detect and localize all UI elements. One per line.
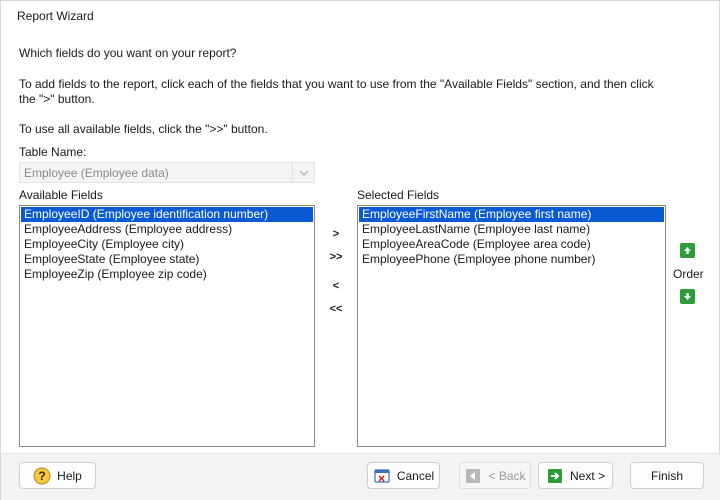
- selected-field-item[interactable]: EmployeeFirstName (Employee first name): [359, 207, 664, 222]
- table-name-select[interactable]: Employee (Employee data): [19, 162, 315, 183]
- back-label: < Back: [488, 468, 526, 483]
- cancel-button[interactable]: Cancel: [367, 462, 440, 489]
- instruction-line-2: the ">" button.: [19, 92, 95, 106]
- available-fields-label: Available Fields: [19, 188, 103, 202]
- available-field-item[interactable]: EmployeeID (Employee identification numb…: [21, 207, 313, 222]
- help-icon: ?: [33, 467, 51, 485]
- svg-text:?: ?: [38, 469, 45, 483]
- arrow-up-icon[interactable]: [680, 243, 695, 258]
- instruction-line-1: To add fields to the report, click each …: [19, 77, 654, 91]
- table-name-value: Employee (Employee data): [24, 166, 169, 180]
- help-button[interactable]: ? Help: [19, 462, 96, 489]
- table-name-label: Table Name:: [19, 145, 87, 159]
- finish-button[interactable]: Finish: [630, 462, 704, 489]
- available-fields-list[interactable]: EmployeeID (Employee identification numb…: [19, 205, 315, 447]
- add-all-fields-button[interactable]: >>: [323, 251, 349, 269]
- next-button[interactable]: Next >: [538, 462, 613, 489]
- help-label: Help: [57, 468, 82, 483]
- available-field-item[interactable]: EmployeeCity (Employee city): [21, 237, 313, 252]
- question-text: Which fields do you want on your report?: [19, 46, 237, 60]
- instruction-all-text: To use all available fields, click the "…: [19, 122, 268, 136]
- report-wizard-window: Report Wizard Which fields do you want o…: [0, 0, 720, 500]
- available-field-item[interactable]: EmployeeState (Employee state): [21, 252, 313, 267]
- cancel-icon: [373, 467, 391, 485]
- selected-field-item[interactable]: EmployeeLastName (Employee last name): [359, 222, 664, 237]
- cancel-label: Cancel: [396, 468, 435, 483]
- finish-label: Finish: [650, 468, 683, 483]
- selected-fields-list[interactable]: EmployeeFirstName (Employee first name) …: [357, 205, 666, 447]
- selected-fields-label: Selected Fields: [357, 188, 440, 202]
- remove-all-fields-button[interactable]: <<: [323, 303, 349, 321]
- selected-field-item[interactable]: EmployeeAreaCode (Employee area code): [359, 237, 664, 252]
- available-field-item[interactable]: EmployeeAddress (Employee address): [21, 222, 313, 237]
- add-field-button[interactable]: >: [323, 228, 349, 246]
- arrow-down-icon[interactable]: [680, 289, 695, 304]
- chevron-down-icon[interactable]: [292, 163, 314, 182]
- back-arrow-icon: [464, 467, 482, 485]
- selected-field-item[interactable]: EmployeePhone (Employee phone number): [359, 252, 664, 267]
- window-title: Report Wizard: [17, 9, 94, 23]
- next-label: Next >: [569, 468, 605, 483]
- wizard-footer: ? Help Cancel < Back Next > Finish: [1, 453, 720, 500]
- available-field-item[interactable]: EmployeeZip (Employee zip code): [21, 267, 313, 282]
- remove-field-button[interactable]: <: [323, 280, 349, 298]
- next-arrow-icon: [546, 467, 564, 485]
- order-label: Order: [673, 267, 704, 281]
- back-button[interactable]: < Back: [459, 462, 531, 489]
